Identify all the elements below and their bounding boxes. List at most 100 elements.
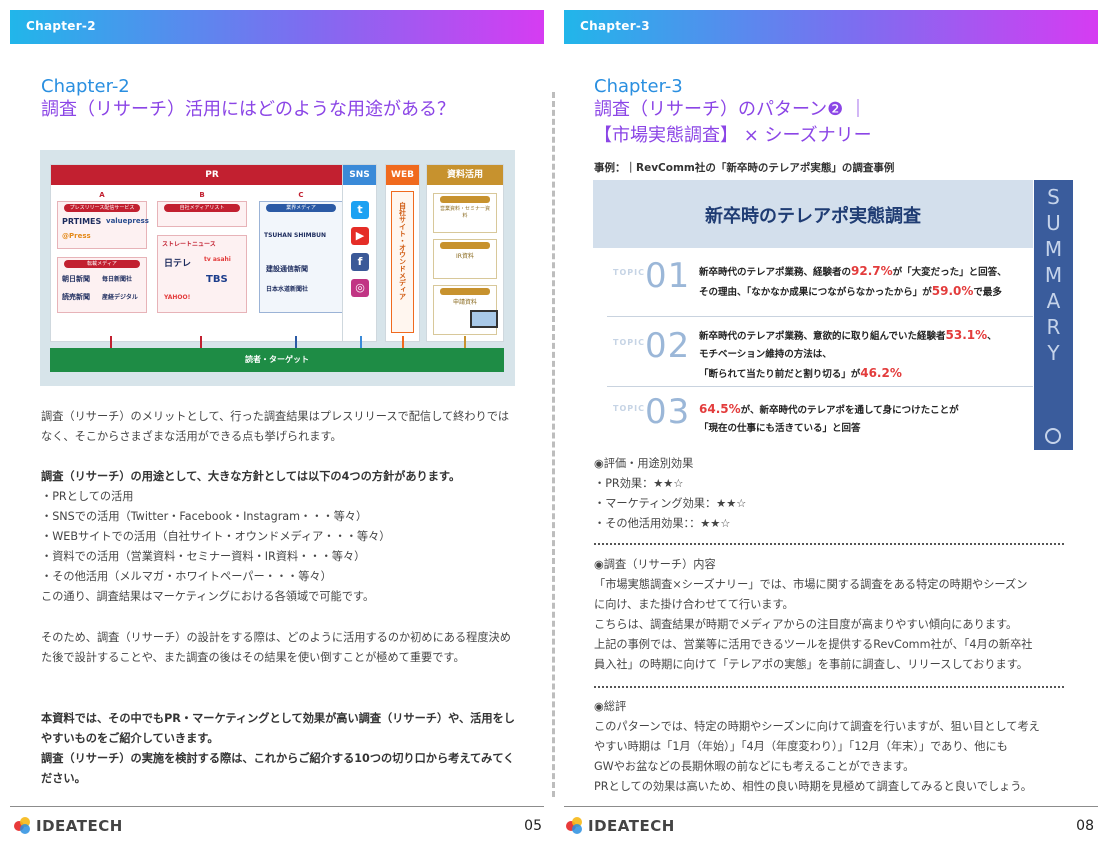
- topic-text-part: 、: [987, 331, 997, 342]
- page-title-line1: 調査（リサーチ）のパターン❷ ｜: [594, 99, 867, 120]
- arrow-down-icon: [295, 336, 297, 348]
- review-line: GWやお盆などの長期休暇の前などにも考えることができます。: [594, 760, 915, 773]
- example-caption: 事例：｜RevComm社の「新卒時のテレアポ実態」の調査事例: [594, 162, 895, 174]
- topic-highlight: 59.0%: [931, 284, 974, 298]
- research-content-section: ◉調査（リサーチ）内容 「市場実態調査×シーズナリー」では、市場に関する調査をあ…: [594, 555, 1074, 675]
- mainichi-logo: 毎日新聞社: [102, 276, 133, 283]
- application-doc-label: 申請資料: [452, 299, 477, 306]
- topic-1-line2: その理由、「なかなか成果につながらなかったから」が59.0%で最多: [699, 282, 1029, 302]
- content-heading: ◉調査（リサーチ）内容: [594, 558, 716, 571]
- prtimes-logo: PRTIMES: [62, 217, 102, 226]
- chapter-header-label: Chapter-2: [26, 19, 96, 33]
- press-service-pill: プレスリリース配信サービス: [64, 204, 140, 212]
- sales-doc-label: 営業資料・セミナー資料: [439, 206, 490, 219]
- ir-doc-card: IR資料: [433, 239, 497, 279]
- review-section: ◉総評 このパターンでは、特定の時期やシーズンに向けて調査を行いますが、狙い目と…: [594, 697, 1074, 797]
- topic-3: TOPIC 03 64.5%が、新卒時代のテレアポを通して身につけたことが 「現在…: [613, 392, 1033, 458]
- page-number: 08: [1076, 818, 1094, 834]
- chapter-header-bar: Chapter-2: [10, 10, 544, 44]
- topic-highlight: 53.1%: [945, 328, 988, 342]
- ideatech-logo-icon: [566, 817, 584, 835]
- instagram-icon: ◎: [351, 279, 369, 297]
- topic-3-number: TOPIC 03: [613, 392, 689, 432]
- arrow-down-icon: [110, 336, 112, 348]
- press-service-box: プレスリリース配信サービス PRTIMES valuepress @Press: [57, 201, 149, 249]
- content-line: こちらは、調査結果が時期でメディアからの注目度が高まりやすい傾向にあります。: [594, 618, 1018, 631]
- search-icon: [1045, 428, 1061, 444]
- application-doc-card: 申請資料: [433, 285, 498, 335]
- use-heading: 調査（リサーチ）の用途として、大きな方針としては以下の4つの方針があります。: [41, 470, 461, 483]
- topic-text-part: 新卒時代のテレアポ業務、意欲的に取り組んでいた経験者: [699, 331, 946, 342]
- topic-highlight: 46.2%: [860, 366, 902, 380]
- topic-text-part: が「大変だった」と回答、: [892, 267, 1007, 278]
- closing-text-2: 調査（リサーチ）の実施を検討する際は、これからご紹介する10つの切り口から考えて…: [41, 752, 515, 785]
- topic-3-line1: 64.5%が、新卒時代のテレアポを通して身につけたことが: [699, 400, 1029, 420]
- summary-letter-r: R: [1046, 315, 1061, 339]
- evaluation-section: ◉評価・用途別効果 ・PR効果：★★☆ ・マーケティング効果：★★☆ ・その他活…: [594, 454, 1074, 534]
- ideatech-logo-text: IDEATECH: [36, 817, 123, 835]
- industry-media-pill: 業界メディア: [266, 204, 336, 212]
- facebook-icon: f: [351, 253, 369, 271]
- topic-2-number: TOPIC 02: [613, 326, 689, 366]
- chapter-label: Chapter-3: [594, 76, 683, 97]
- topic-text-part: 「断られて当たり前だと割り切る」が: [699, 369, 861, 380]
- sales-doc-pill: [440, 196, 490, 203]
- summary-letter-m2: M: [1044, 263, 1063, 287]
- topic-separator: [607, 386, 1033, 387]
- topic-1-text: 新卒時代のテレアポ業務、経験者の92.7%が「大変だった」と回答、 その理由、「…: [699, 262, 1029, 302]
- topic-highlight: 64.5%: [699, 402, 741, 416]
- summary-side-band: S U M M A R Y: [1034, 180, 1073, 450]
- summary-letter-a: A: [1046, 289, 1061, 313]
- pr-column-c: C 業界メディア TSUHAN SHIMBUN 建設通信新聞 日本水道新聞社: [259, 191, 343, 321]
- yomiuri-logo: 読売新聞: [62, 293, 90, 301]
- topic-2-line1: 新卒時代のテレアポ業務、意欲的に取り組んでいた経験者53.1%、: [699, 326, 1029, 346]
- footer-divider: [10, 806, 544, 807]
- topic-number: 02: [645, 326, 691, 366]
- ideatech-logo-icon: [14, 817, 32, 835]
- pr-section: PR A プレスリリース配信サービス PRTIMES valuepress @P…: [50, 164, 374, 342]
- design-text: そのため、調査（リサーチ）の設計をする際は、どのように活用するのか初めにある程度…: [41, 631, 511, 664]
- dotted-separator: [594, 543, 1064, 545]
- chapter-label: Chapter-2: [41, 76, 130, 97]
- topic-3-line2: 「現在の仕事にも活きている」と回答: [699, 423, 861, 434]
- sns-section: SNS t ▶ f ◎: [342, 164, 377, 342]
- content-line: に向け、また掛け合わせてて行います。: [594, 598, 794, 611]
- topic-1: TOPIC 01 新卒時代のテレアポ業務、経験者の92.7%が「大変だった」と回答…: [613, 256, 1033, 320]
- review-line: PRとしての効果は高いため、相性の良い時期を見極めて調査してみると良いでしょう。: [594, 780, 1032, 793]
- topic-2: TOPIC 02 新卒時代のテレアポ業務、意欲的に取り組んでいた経験者53.1%、…: [613, 320, 1033, 384]
- web-section-header: WEB: [386, 165, 419, 185]
- review-heading: ◉総評: [594, 700, 627, 713]
- pr-column-b: B 自社メディアリスト ストレートニュース 日テレ tv asahi TBS Y…: [157, 191, 247, 321]
- ntv-logo: 日テレ: [164, 259, 192, 269]
- republish-media-box: 転載メディア 朝日新聞 毎日新聞社 読売新聞 産経デジタル: [57, 257, 147, 313]
- summary-side-label: S U M M A R Y: [1034, 184, 1073, 366]
- twitter-icon: t: [351, 201, 369, 219]
- topic-2-line2: モチベーション維持の方法は、: [699, 349, 832, 360]
- design-paragraph: そのため、調査（リサーチ）の設計をする際は、どのように活用するのか初めにある程度…: [41, 628, 516, 668]
- topic-text-part: 新卒時代のテレアポ業務、経験者の: [699, 267, 852, 278]
- page-divider: [552, 92, 555, 797]
- summary-letter-u: U: [1046, 211, 1061, 235]
- topic-number: 03: [645, 392, 691, 432]
- yahoo-logo: YAHOO!: [164, 294, 191, 301]
- arrow-down-icon: [464, 336, 466, 348]
- review-line: やすい時期は「1月（年始）」「4月（年度変わり）」「12月（年末）」であり、他に…: [594, 740, 1008, 753]
- page-title-line2: 【市場実態調査】 × シーズナリー: [594, 125, 872, 146]
- page-08: Chapter-3 Chapter-3 調査（リサーチ）のパターン❷ ｜ 【市場…: [556, 0, 1108, 844]
- topic-3-text: 64.5%が、新卒時代のテレアポを通して身につけたことが 「現在の仕事にも活きて…: [699, 400, 1029, 438]
- republish-media-pill: 転載メディア: [64, 260, 140, 268]
- pr-section-header: PR: [51, 165, 373, 185]
- topic-1-number: TOPIC 01: [613, 256, 689, 296]
- pr-column-a: A プレスリリース配信サービス PRTIMES valuepress @Pres…: [57, 191, 149, 321]
- reader-target-bar: 読者・ターゲット: [50, 348, 504, 372]
- ir-doc-pill: [440, 242, 490, 249]
- closing-text-1: 本資料では、その中でもPR・マーケティングとして効果が高い調査（リサーチ）や、活…: [41, 712, 515, 745]
- tsushan-logo: TSUHAN SHIMBUN: [264, 232, 327, 239]
- ideatech-logo-text: IDEATECH: [588, 817, 675, 835]
- merit-paragraph: 調査（リサーチ）のメリットとして、行った調査結果はプレスリリースで配信して終わり…: [41, 407, 516, 447]
- column-b-label: B: [199, 191, 205, 199]
- arrow-down-icon: [200, 336, 202, 348]
- own-media-list-box: 自社メディアリスト: [157, 201, 247, 227]
- topic-separator: [607, 316, 1033, 317]
- atpress-logo: @Press: [62, 232, 91, 240]
